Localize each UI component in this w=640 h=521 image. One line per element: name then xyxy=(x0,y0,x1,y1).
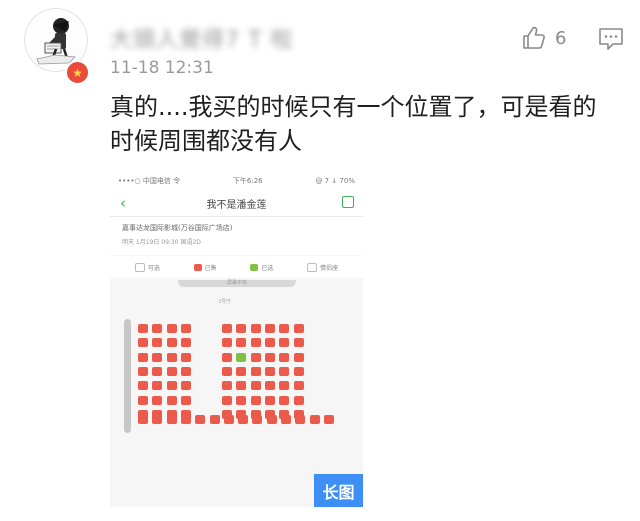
seat[interactable] xyxy=(166,415,177,424)
seat[interactable] xyxy=(250,395,261,405)
seat[interactable] xyxy=(152,366,163,376)
seat[interactable] xyxy=(293,338,304,348)
comment-username[interactable]: 大頭人覺得7 T 啦 xyxy=(110,22,293,54)
seat[interactable] xyxy=(238,415,249,424)
seat[interactable] xyxy=(180,395,191,405)
seat[interactable] xyxy=(152,352,163,362)
like-count: 6 xyxy=(555,27,567,49)
seat[interactable] xyxy=(266,415,277,424)
seat[interactable] xyxy=(138,381,148,391)
seat[interactable] xyxy=(279,324,290,333)
like-button[interactable]: 6 xyxy=(521,24,566,52)
seat[interactable] xyxy=(250,338,261,348)
seat[interactable] xyxy=(180,324,191,333)
seat[interactable] xyxy=(222,338,232,348)
seat[interactable] xyxy=(180,352,191,362)
seat[interactable] xyxy=(180,381,191,391)
seat[interactable] xyxy=(250,366,261,376)
attached-image[interactable]: ••••○ 中国电信 令 下午6:26 @ 7 ↓ 70% ‹ 我不是潘金莲 嘉… xyxy=(110,172,363,507)
seat[interactable] xyxy=(295,415,306,424)
seat[interactable] xyxy=(195,415,206,424)
seat[interactable] xyxy=(293,395,304,405)
seat[interactable] xyxy=(166,324,177,333)
seat[interactable] xyxy=(166,366,177,376)
seat[interactable] xyxy=(264,324,275,333)
long-image-badge: 长图 xyxy=(314,474,363,507)
seat[interactable] xyxy=(138,324,148,333)
seat[interactable] xyxy=(250,381,261,391)
seat[interactable] xyxy=(293,366,304,376)
seat[interactable] xyxy=(223,415,234,424)
seat[interactable] xyxy=(236,352,247,362)
seat[interactable] xyxy=(209,415,220,424)
seat[interactable] xyxy=(264,381,275,391)
seat[interactable] xyxy=(281,415,291,424)
seat[interactable] xyxy=(138,415,148,424)
seat[interactable] xyxy=(279,366,290,376)
seat[interactable] xyxy=(166,352,177,362)
seat[interactable] xyxy=(138,338,148,348)
seat[interactable] xyxy=(138,352,148,362)
seat[interactable] xyxy=(180,415,191,424)
seat[interactable] xyxy=(250,352,261,362)
seat[interactable] xyxy=(222,324,232,333)
seat[interactable] xyxy=(180,338,191,348)
seat[interactable] xyxy=(222,395,232,405)
seat-map[interactable] xyxy=(110,172,363,507)
seat[interactable] xyxy=(250,324,261,333)
seat[interactable] xyxy=(279,338,290,348)
seat[interactable] xyxy=(166,381,177,391)
seat[interactable] xyxy=(252,415,263,424)
seat[interactable] xyxy=(152,324,163,333)
seat[interactable] xyxy=(236,395,247,405)
seat[interactable] xyxy=(166,338,177,348)
seat[interactable] xyxy=(152,381,163,391)
seat[interactable] xyxy=(264,352,275,362)
seat[interactable] xyxy=(138,395,148,405)
seat[interactable] xyxy=(236,381,247,391)
seat[interactable] xyxy=(264,366,275,376)
seat[interactable] xyxy=(293,352,304,362)
seat[interactable] xyxy=(236,324,247,333)
seat[interactable] xyxy=(264,395,275,405)
seat[interactable] xyxy=(279,381,290,391)
seat[interactable] xyxy=(222,366,232,376)
seat[interactable] xyxy=(279,395,290,405)
seat[interactable] xyxy=(293,324,304,333)
seat[interactable] xyxy=(138,366,148,376)
seat[interactable] xyxy=(152,338,163,348)
comment-timestamp: 11-18 12:31 xyxy=(110,58,214,78)
seat[interactable] xyxy=(222,381,232,391)
seat[interactable] xyxy=(293,381,304,391)
seat[interactable] xyxy=(236,338,247,348)
seat[interactable] xyxy=(166,395,177,405)
seat[interactable] xyxy=(152,415,163,424)
seat[interactable] xyxy=(264,338,275,348)
comment-text: 真的....我买的时候只有一个位置了，可是看的时候周围都没有人 xyxy=(110,93,597,155)
comment-icon xyxy=(599,28,623,50)
seat[interactable] xyxy=(279,352,290,362)
reply-button[interactable] xyxy=(598,26,624,52)
seat[interactable] xyxy=(236,366,247,376)
star-badge-icon: ★ xyxy=(65,60,90,85)
seat[interactable] xyxy=(180,366,191,376)
seat[interactable] xyxy=(152,395,163,405)
seat[interactable] xyxy=(222,352,232,362)
seat[interactable] xyxy=(309,415,320,424)
thumbs-up-icon xyxy=(523,26,545,49)
seat[interactable] xyxy=(323,415,334,424)
